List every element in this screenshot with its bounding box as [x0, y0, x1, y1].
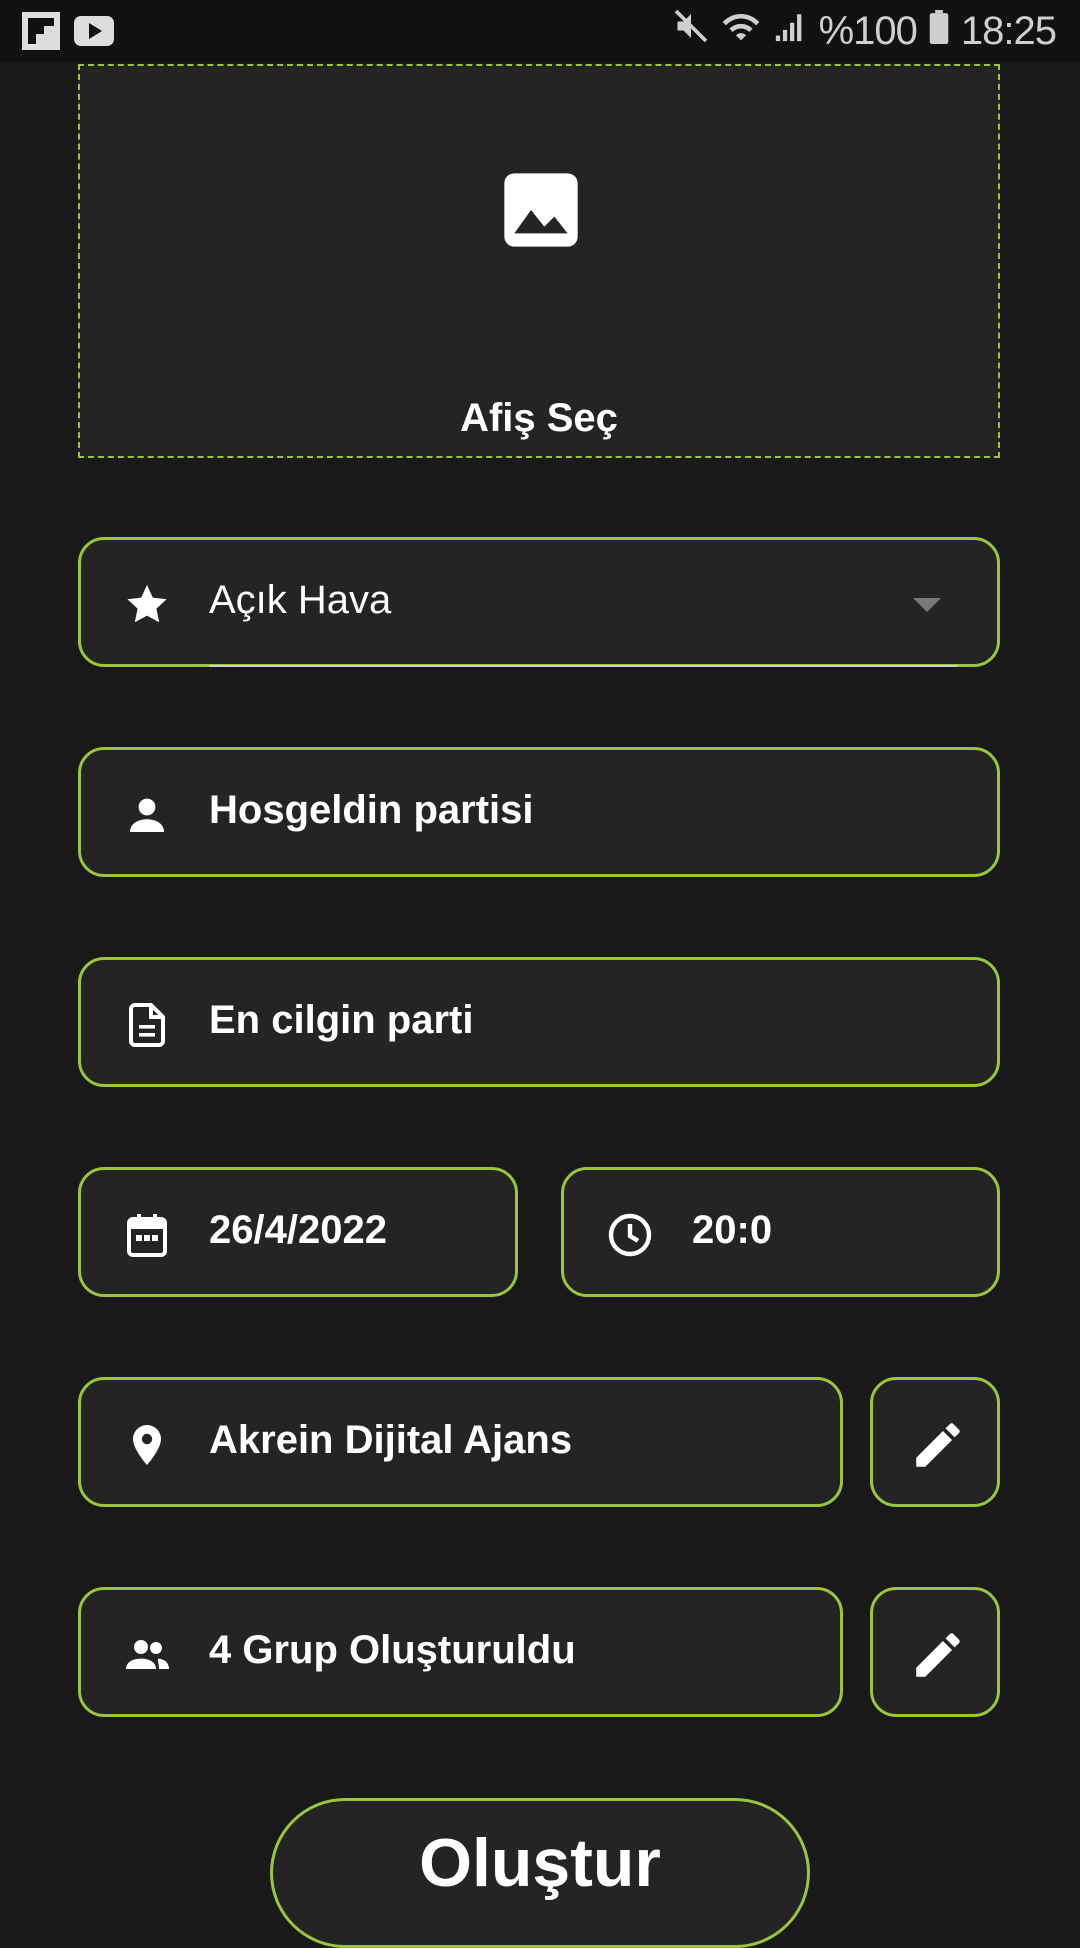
poster-picker[interactable]: Afiş Seç [78, 64, 1000, 458]
location-field[interactable]: Akrein Dijital Ajans [78, 1377, 843, 1507]
clock-icon [606, 1211, 654, 1259]
time-value: 20:0 [692, 1208, 773, 1252]
date-field[interactable]: 26/4/2022 [78, 1167, 518, 1297]
event-name-value: Hosgeldin partisi [209, 788, 534, 832]
date-value: 26/4/2022 [209, 1208, 387, 1252]
groups-field[interactable]: 4 Grup Oluşturuldu [78, 1587, 843, 1717]
person-icon [123, 791, 171, 839]
edit-groups-button[interactable] [870, 1587, 1000, 1717]
dropdown-underline [209, 665, 957, 667]
event-name-field[interactable]: Hosgeldin partisi [78, 747, 1000, 877]
clock-time: 18:25 [960, 8, 1057, 53]
category-value: Açık Hava [209, 578, 392, 622]
youtube-icon [74, 16, 114, 51]
poster-label: Afiş Seç [460, 396, 618, 440]
groups-value: 4 Grup Oluşturuldu [209, 1628, 576, 1672]
description-value: En cilgin parti [209, 998, 474, 1042]
location-value: Akrein Dijital Ajans [209, 1418, 573, 1462]
signal-icon [773, 9, 807, 54]
battery-icon [929, 9, 949, 54]
pencil-icon [916, 1633, 960, 1677]
chevron-down-icon [913, 598, 941, 612]
description-field[interactable]: En cilgin parti [78, 957, 1000, 1087]
people-icon [123, 1631, 171, 1679]
pencil-icon [916, 1423, 960, 1467]
calendar-icon [123, 1211, 171, 1259]
edit-location-button[interactable] [870, 1377, 1000, 1507]
document-icon [123, 1001, 171, 1049]
flipboard-icon [22, 12, 60, 55]
create-button[interactable]: Oluştur [270, 1798, 810, 1948]
mute-icon [673, 8, 709, 54]
category-dropdown[interactable]: Açık Hava [78, 537, 1000, 667]
status-bar: %100 18:25 [0, 0, 1080, 62]
location-pin-icon [123, 1421, 171, 1469]
wifi-icon [721, 9, 761, 54]
time-field[interactable]: 20:0 [561, 1167, 1000, 1297]
image-icon [501, 170, 581, 255]
star-icon [123, 581, 171, 629]
battery-percent: %100 [818, 8, 918, 53]
